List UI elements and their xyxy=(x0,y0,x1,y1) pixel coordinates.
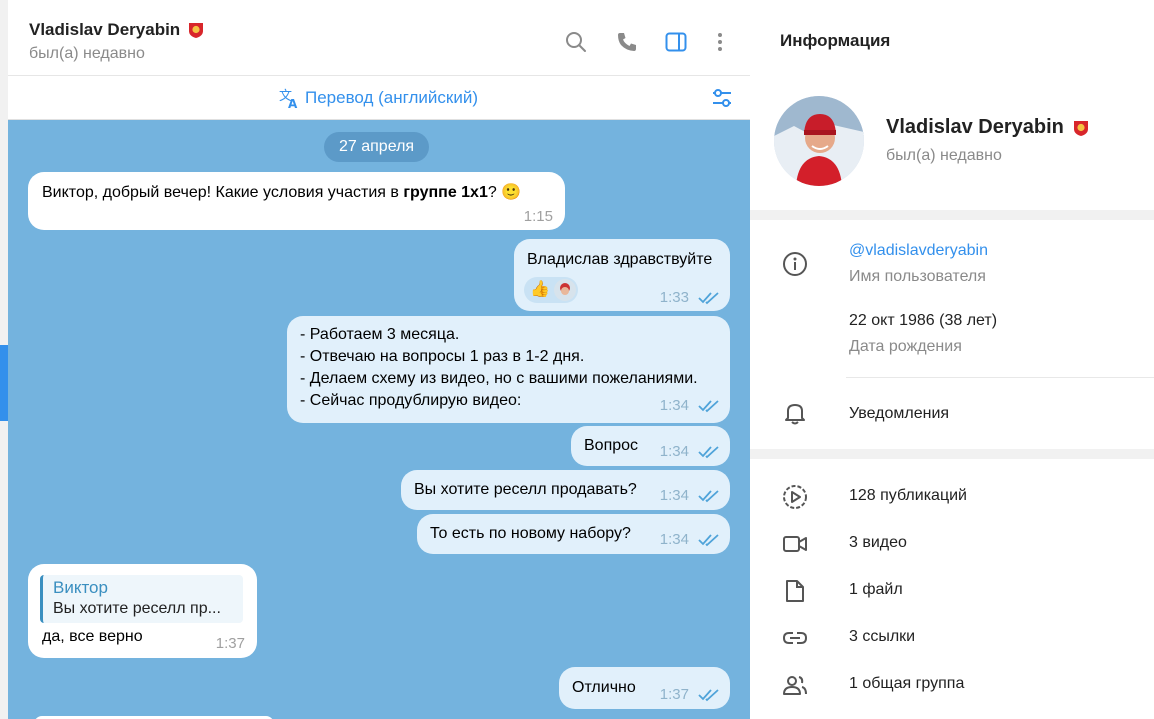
read-ticks-icon xyxy=(698,400,719,413)
common-groups-row[interactable]: 1 общая группа xyxy=(849,675,964,693)
notifications-row[interactable]: Уведомления xyxy=(849,405,949,423)
row-divider xyxy=(846,377,1154,378)
folder-indicator xyxy=(0,345,8,421)
username-link[interactable]: @vladislavderyabin xyxy=(849,242,988,260)
read-ticks-icon xyxy=(698,292,719,305)
translate-settings-icon[interactable] xyxy=(710,86,734,110)
emoji-status-icon xyxy=(189,23,204,38)
message-bubble[interactable]: Отлично 1:37 xyxy=(559,667,730,709)
reply-quote[interactable]: Виктор Вы хотите реселл пр... xyxy=(40,575,243,623)
message-text: То есть по новому набору? xyxy=(430,525,631,542)
message-bubble[interactable]: Вы хотите реселл продавать? 1:34 xyxy=(401,470,730,510)
message-text: Вопрос xyxy=(584,437,639,454)
bell-icon xyxy=(785,404,805,425)
contact-status: был(а) недавно xyxy=(29,45,145,62)
message-time: 1:37 xyxy=(659,686,689,703)
message-text: - Работаем 3 месяца. - Отвечаю на вопрос… xyxy=(300,324,698,412)
profile-status: был(а) недавно xyxy=(886,147,1002,164)
reactor-avatar xyxy=(554,279,576,301)
message-text-bold: группе 1x1 xyxy=(403,184,488,201)
message-text: Отлично xyxy=(572,679,636,696)
avatar-photo xyxy=(774,96,864,186)
message-bubble[interactable]: Вопрос 1:34 xyxy=(571,426,730,466)
message-bubble[interactable]: Виктор Вы хотите реселл пр... да, все ве… xyxy=(28,564,257,658)
translate-label: Перевод (английский) xyxy=(305,88,478,107)
message-time: 1:34 xyxy=(659,487,689,504)
message-bubble[interactable]: То есть по новому набору? 1:34 xyxy=(417,514,730,554)
message-text-part: ? xyxy=(487,184,502,201)
smile-emoji: 🙂 xyxy=(501,184,522,201)
section-divider xyxy=(750,210,1154,220)
contact-name: Vladislav Deryabin xyxy=(29,20,181,39)
birthday-value: 22 окт 1986 (38 лет) xyxy=(849,312,998,329)
message-list[interactable]: 27 апреля Виктор, добрый вечер! Какие ус… xyxy=(8,120,750,719)
phone-icon[interactable] xyxy=(615,30,639,54)
translate-button[interactable]: 文 A Перевод (английский) xyxy=(278,87,478,109)
info-title: Информация xyxy=(780,31,891,50)
media-file-row[interactable]: 1 файл xyxy=(849,581,903,599)
translate-bar: 文 A Перевод (английский) xyxy=(8,77,750,120)
message-text: Вы хотите реселл продавать? xyxy=(414,481,637,498)
video-icon xyxy=(783,536,807,552)
message-time: 1:34 xyxy=(659,531,689,548)
section-divider xyxy=(750,449,1154,459)
message-line: - Работаем 3 месяца. xyxy=(300,326,460,343)
read-ticks-icon xyxy=(698,446,719,459)
read-ticks-icon xyxy=(698,689,719,702)
file-icon xyxy=(786,580,804,602)
message-line: - Делаем схему из видео, но с вашими пож… xyxy=(300,370,698,387)
search-icon[interactable] xyxy=(564,30,588,54)
contact-name-wrap[interactable]: Vladislav Deryabin xyxy=(29,20,206,40)
reply-preview: Вы хотите реселл пр... xyxy=(53,600,221,617)
message-bubble[interactable]: Виктор, добрый вечер! Какие условия учас… xyxy=(28,172,565,230)
thumbs-up-reaction: 👍 xyxy=(530,281,550,298)
reaction-chip[interactable]: 👍 xyxy=(524,277,578,303)
message-time: 1:33 xyxy=(659,289,689,306)
message-bubble[interactable]: Владислав здравствуйте 👍 1:33 xyxy=(514,239,730,311)
chat-header[interactable]: Vladislav Deryabin был(а) недавно xyxy=(8,8,750,76)
message-bubble[interactable]: - Работаем 3 месяца. - Отвечаю на вопрос… xyxy=(287,316,730,423)
message-text: да, все верно xyxy=(42,628,143,645)
birthday-label: Дата рождения xyxy=(849,338,962,355)
more-menu-icon[interactable] xyxy=(708,30,732,54)
username-label: Имя пользователя xyxy=(849,268,986,285)
read-ticks-icon xyxy=(698,490,719,503)
sidebar-toggle-icon[interactable] xyxy=(664,30,688,54)
message-time: 1:34 xyxy=(659,397,689,414)
profile-avatar[interactable] xyxy=(774,96,864,186)
reply-author: Виктор xyxy=(53,578,108,597)
emoji-status-icon xyxy=(1073,120,1088,136)
message-time: 1:34 xyxy=(659,443,689,460)
message-time: 1:37 xyxy=(215,635,245,652)
message-line: - Сейчас продублирую видео: xyxy=(300,392,522,409)
chat-panel: Vladislav Deryabin был(а) недавно 文 A Пе… xyxy=(8,0,750,719)
message-line: - Отвечаю на вопросы 1 раз в 1-2 дня. xyxy=(300,348,585,365)
translate-icon: 文 A xyxy=(279,89,298,109)
profile-name-wrap: Vladislav Deryabin xyxy=(886,116,1091,139)
read-ticks-icon xyxy=(698,534,719,547)
info-icon xyxy=(783,252,807,276)
message-time: 1:15 xyxy=(523,208,553,225)
posts-icon xyxy=(783,485,807,509)
group-icon xyxy=(783,676,807,695)
media-links-row[interactable]: 3 ссылки xyxy=(849,628,915,646)
link-icon xyxy=(782,632,808,644)
message-text-part: Виктор, добрый вечер! Какие условия учас… xyxy=(42,184,404,201)
info-panel: Информация Vladislav Deryabin был(а) нед… xyxy=(750,0,1154,719)
media-video-row[interactable]: 3 видео xyxy=(849,534,907,552)
message-text: Виктор, добрый вечер! Какие условия учас… xyxy=(42,182,521,204)
media-posts-row[interactable]: 128 публикаций xyxy=(849,487,967,505)
date-separator: 27 апреля xyxy=(324,132,430,162)
message-text: Владислав здравствуйте xyxy=(527,251,713,268)
svg-text:A: A xyxy=(288,97,298,109)
profile-name: Vladislav Deryabin xyxy=(886,116,1064,138)
